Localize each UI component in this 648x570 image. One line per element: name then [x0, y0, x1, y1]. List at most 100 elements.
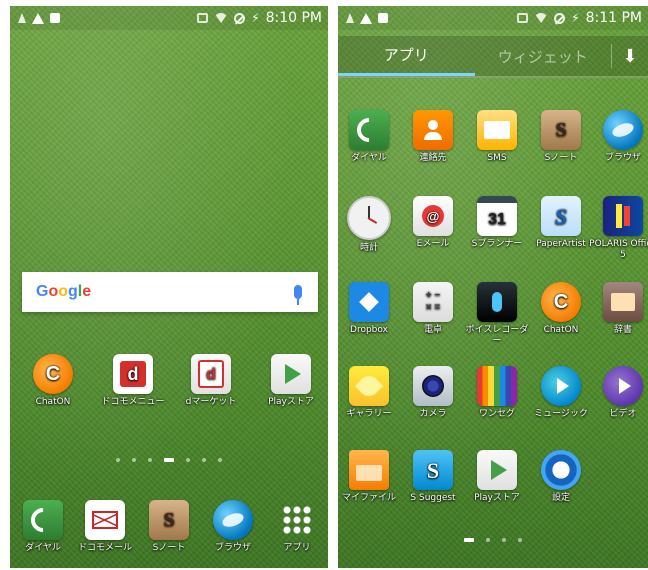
tab-widgets[interactable]: ウィジェット	[475, 36, 612, 76]
app-email[interactable]: Eメール	[398, 196, 468, 250]
gallery-icon	[349, 366, 389, 406]
page-dot[interactable]	[116, 458, 120, 462]
app-label: アプリ	[283, 543, 311, 553]
app-my-files[interactable]: マイファイル	[338, 450, 404, 504]
app-contacts[interactable]: 連絡先	[398, 110, 468, 164]
app-label: ChatON	[543, 325, 579, 335]
download-icon[interactable]: ⬇	[611, 44, 648, 68]
app-docomo-menu[interactable]: ドコモメニュー	[98, 354, 168, 408]
app-label: POLARIS Office 5	[589, 239, 648, 260]
dock-snote[interactable]: S Sノート	[134, 500, 204, 554]
app-chaton[interactable]: C ChatON	[526, 282, 596, 336]
shopping-bag-icon	[378, 13, 388, 23]
snote-icon: S	[149, 500, 189, 540]
app-dropbox[interactable]: Dropbox	[338, 282, 404, 336]
dock-apps[interactable]: アプリ	[262, 500, 328, 554]
app-label: ドコモメニュー	[101, 397, 165, 407]
playstore-icon	[477, 450, 517, 490]
app-label: ブラウザ	[604, 153, 641, 163]
polaris-icon	[603, 196, 643, 236]
charging-icon: ⚡	[251, 11, 260, 25]
app-label: 時計	[359, 243, 378, 253]
app-label: Dropbox	[350, 325, 388, 335]
app-dmarket[interactable]: dマーケット	[176, 354, 246, 408]
app-label: S Suggest	[410, 493, 456, 503]
page-dot-active[interactable]	[464, 538, 474, 542]
mute-icon	[517, 13, 529, 23]
app-label: ダイヤル	[351, 153, 387, 163]
app-sms[interactable]: SMS	[462, 110, 532, 164]
app-chaton[interactable]: C ChatON	[18, 354, 88, 408]
voice-recorder-icon	[477, 282, 517, 322]
shopping-bag-icon	[50, 13, 60, 23]
google-search-widget[interactable]: Google	[22, 272, 318, 312]
dock-browser[interactable]: ブラウザ	[198, 500, 268, 554]
app-snote[interactable]: S Sノート	[526, 110, 596, 164]
status-bar[interactable]: ⚡ 8:11 PM	[338, 6, 648, 30]
page-dot[interactable]	[502, 538, 506, 542]
app-video[interactable]: ビデオ	[588, 366, 648, 420]
folder-icon	[349, 450, 389, 490]
app-splanner[interactable]: 31 Sプランナー	[462, 196, 532, 250]
app-paper-artist[interactable]: S PaperArtist	[526, 196, 596, 250]
playstore-icon	[271, 354, 311, 394]
app-s-suggest[interactable]: S S Suggest	[398, 450, 468, 504]
tab-apps[interactable]: アプリ	[338, 36, 475, 76]
app-browser[interactable]: ブラウザ	[588, 110, 648, 164]
warning-icon	[360, 12, 372, 24]
page-dot[interactable]	[132, 458, 136, 462]
warning-icon	[32, 12, 44, 24]
app-label: Sノート	[152, 543, 186, 553]
app-dictionary[interactable]: 辞書	[588, 282, 648, 336]
wifi-icon	[534, 13, 549, 23]
app-playstore[interactable]: Playストア	[256, 354, 326, 408]
paper-artist-icon: S	[541, 196, 581, 236]
page-dot[interactable]	[518, 538, 522, 542]
app-clock[interactable]: 時計	[338, 196, 404, 254]
sms-icon	[477, 110, 517, 150]
page-dot[interactable]	[186, 458, 190, 462]
page-dot[interactable]	[486, 538, 490, 542]
app-playstore[interactable]: Playストア	[462, 450, 532, 504]
app-music[interactable]: ミュージック	[526, 366, 596, 420]
page-dot[interactable]	[218, 458, 222, 462]
page-dot-active[interactable]	[164, 458, 174, 462]
s-suggest-icon: S	[413, 450, 453, 490]
browser-icon	[603, 110, 643, 150]
charging-icon: ⚡	[571, 11, 580, 25]
app-settings[interactable]: 設定	[526, 450, 596, 504]
app-label: カメラ	[419, 409, 447, 419]
dictionary-icon	[603, 282, 643, 322]
app-calculator[interactable]: 電卓	[398, 282, 468, 336]
no-signal-icon	[554, 12, 566, 24]
app-oneseg[interactable]: ワンセグ	[462, 366, 532, 420]
snote-icon: S	[541, 110, 581, 150]
page-indicator[interactable]	[10, 458, 328, 462]
app-polaris-office[interactable]: POLARIS Office 5	[588, 196, 648, 261]
dock-dial[interactable]: ダイヤル	[10, 500, 78, 554]
app-label: ダイヤル	[25, 543, 61, 553]
home-screen: ⚡ 8:10 PM Google C ChatON ドコモメニュー dマーケット…	[10, 6, 328, 568]
phone-icon	[23, 500, 63, 540]
chaton-icon: C	[541, 282, 581, 322]
app-label: ドコモメール	[77, 543, 132, 553]
dock-docomo-mail[interactable]: ドコモメール	[70, 500, 140, 554]
app-camera[interactable]: カメラ	[398, 366, 468, 420]
microphone-icon[interactable]	[294, 285, 302, 305]
page-indicator[interactable]	[338, 538, 648, 542]
app-voice-recorder[interactable]: ボイスレコーダー	[462, 282, 532, 347]
app-label: 設定	[551, 493, 570, 503]
drawer-tabs: アプリ ウィジェット ⬇	[338, 36, 648, 78]
status-bar[interactable]: ⚡ 8:10 PM	[10, 6, 328, 30]
page-dot[interactable]	[202, 458, 206, 462]
dropbox-icon	[349, 282, 389, 322]
app-label: ボイスレコーダー	[465, 325, 529, 346]
page-dot[interactable]	[148, 458, 152, 462]
app-gallery[interactable]: ギャラリー	[338, 366, 404, 420]
chaton-icon: C	[33, 354, 73, 394]
apps-grid-icon	[277, 500, 317, 540]
app-dial[interactable]: ダイヤル	[338, 110, 404, 164]
usb-icon	[18, 13, 26, 23]
app-label: ミュージック	[534, 409, 588, 419]
app-label: ビデオ	[609, 409, 637, 419]
